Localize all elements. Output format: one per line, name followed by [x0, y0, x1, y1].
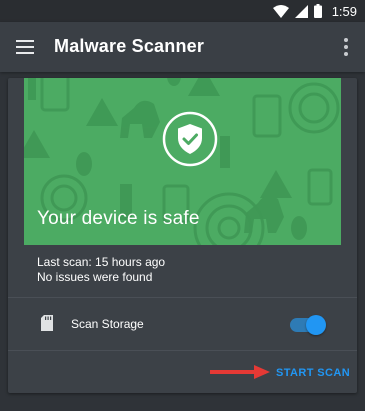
scan-storage-label: Scan Storage	[71, 317, 144, 331]
safe-status-message: Your device is safe	[37, 208, 200, 229]
start-scan-button[interactable]: START SCAN	[276, 367, 350, 379]
annotation-arrow-icon	[210, 365, 270, 379]
scan-storage-row[interactable]: Scan Storage	[8, 298, 357, 350]
scan-info: Last scan: 15 hours ago No issues were f…	[37, 255, 165, 285]
divider	[8, 350, 357, 351]
overflow-menu-icon[interactable]	[344, 38, 348, 56]
toggle-thumb	[306, 315, 326, 335]
app-bar: Malware Scanner	[0, 22, 365, 72]
status-icons: 1:59	[272, 3, 357, 19]
app-title: Malware Scanner	[54, 36, 205, 56]
issues-text: No issues were found	[37, 270, 153, 284]
signal-icon	[294, 4, 308, 18]
status-bar: 1:59	[0, 0, 365, 22]
scan-storage-toggle[interactable]	[290, 314, 326, 335]
sd-card-icon	[41, 315, 53, 331]
scanner-card: Your device is safe Last scan: 15 hours …	[8, 78, 357, 393]
wifi-icon	[272, 4, 289, 18]
shield-check-icon	[162, 111, 218, 167]
status-time: 1:59	[331, 3, 357, 19]
status-hero: Your device is safe	[24, 78, 341, 245]
last-scan-text: Last scan: 15 hours ago	[37, 255, 166, 269]
battery-icon	[313, 4, 322, 18]
hamburger-menu-icon[interactable]	[16, 40, 34, 54]
